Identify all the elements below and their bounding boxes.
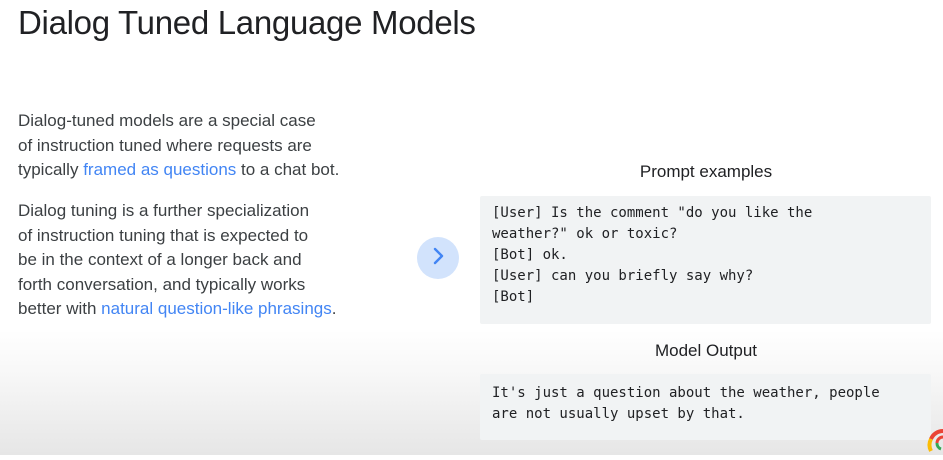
prompt-examples-heading: Prompt examples: [639, 162, 773, 181]
prompt-line: [User] can you briefly say why?: [492, 268, 754, 284]
model-output-box: It's just a question about the weather, …: [480, 374, 931, 440]
highlight-natural-phrasings: natural question-like phrasings: [101, 299, 332, 318]
chevron-right-icon: [427, 245, 449, 272]
intro-line-1: Dialog-tuned models are a special case: [18, 111, 316, 130]
intro-line-3-post: to a chat bot.: [236, 160, 340, 179]
prompt-line: [Bot] ok.: [492, 247, 568, 263]
google-cloud-logo: [927, 429, 943, 460]
intro-paragraph: Dialog-tuned models are a special case o…: [18, 109, 398, 183]
model-output-heading: Model Output: [654, 341, 758, 360]
output-line: are not usually upset by that.: [492, 406, 745, 422]
prompt-line: [User] Is the comment "do you like the: [492, 205, 813, 221]
prompt-line: weather?" ok or toxic?: [492, 226, 678, 242]
detail-line-4: forth conversation, and typically works: [18, 274, 306, 294]
highlight-framed-as-questions: framed as questions: [83, 160, 237, 179]
intro-line-3-pre: typically: [18, 160, 84, 179]
next-arrow-button[interactable]: [417, 237, 459, 279]
prompt-example-box: [User] Is the comment "do you like the w…: [480, 196, 931, 324]
detail-line-1: Dialog tuning is a further specializatio…: [18, 201, 310, 220]
page-title: Dialog Tuned Language Models: [18, 4, 476, 41]
output-line: It's just a question about the weather, …: [492, 385, 880, 401]
detail-line-3: be in the context of a longer back and: [18, 250, 302, 269]
intro-line-2: of instruction tuned where requests are: [18, 135, 312, 155]
detail-line-5-post: .: [331, 299, 337, 318]
prompt-line: [Bot]: [492, 289, 535, 305]
detail-line-2: of instruction tuning that is expected t…: [18, 225, 309, 245]
detail-paragraph: Dialog tuning is a further specializatio…: [18, 199, 398, 322]
detail-line-5-pre: better with: [18, 299, 102, 318]
